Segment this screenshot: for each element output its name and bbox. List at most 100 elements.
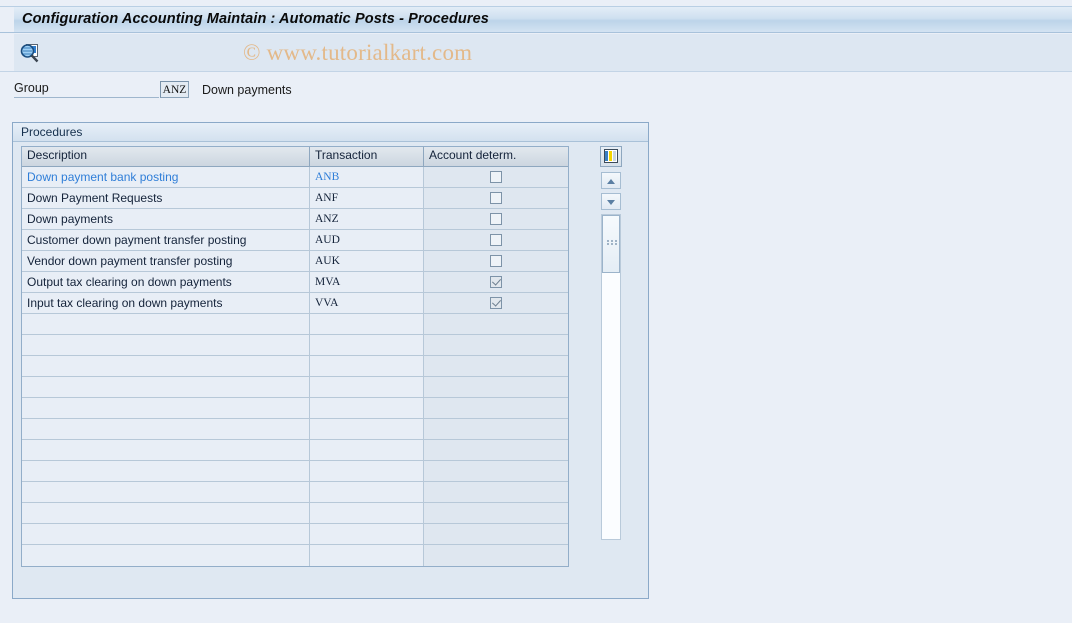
table-row[interactable]	[22, 314, 568, 335]
cell-transaction: ANZ	[310, 209, 424, 229]
cell-transaction	[310, 545, 424, 566]
cell-account-determ	[424, 356, 568, 376]
table-row[interactable]	[22, 419, 568, 440]
cell-account-determ	[424, 251, 568, 271]
cell-account-determ	[424, 440, 568, 460]
table-row[interactable]	[22, 377, 568, 398]
grid-body: Down payment bank posting ANB Down Payment…	[22, 167, 568, 566]
cell-description	[22, 545, 310, 566]
vertical-scrollbar-thumb[interactable]	[602, 215, 620, 273]
cell-transaction: VVA	[310, 293, 424, 313]
cell-account-determ	[424, 188, 568, 208]
cell-account-determ	[424, 419, 568, 439]
table-row[interactable]	[22, 440, 568, 461]
vertical-scrollbar-track[interactable]	[601, 214, 621, 540]
column-header-description[interactable]: Description	[22, 147, 310, 166]
grid-header-row: Description Transaction Account determ.	[22, 147, 568, 167]
cell-description	[22, 461, 310, 481]
cell-description	[22, 335, 310, 355]
table-row[interactable]: Output tax clearing on down payments MVA	[22, 272, 568, 293]
group-description: Down payments	[202, 83, 292, 97]
account-determ-checkbox[interactable]	[490, 234, 502, 246]
column-header-account-determ[interactable]: Account determ.	[424, 147, 568, 166]
table-row[interactable]: Vendor down payment transfer posting AUK	[22, 251, 568, 272]
cell-transaction	[310, 524, 424, 544]
title-bar-left-gutter	[0, 7, 14, 32]
account-determ-checkbox[interactable]	[490, 297, 502, 309]
table-settings-glyph	[604, 149, 618, 163]
table-row[interactable]	[22, 398, 568, 419]
magnifier-display-icon[interactable]	[18, 41, 42, 65]
table-row[interactable]: Down Payment Requests ANF	[22, 188, 568, 209]
cell-transaction	[310, 461, 424, 481]
cell-transaction: AUK	[310, 251, 424, 271]
cell-description	[22, 482, 310, 502]
cell-account-determ	[424, 545, 568, 566]
table-row[interactable]: Customer down payment transfer posting AU…	[22, 230, 568, 251]
scroll-down-button[interactable]	[601, 193, 621, 210]
procedures-panel: Procedures Description Transaction Accou…	[12, 122, 649, 599]
cell-description	[22, 377, 310, 397]
cell-description	[22, 314, 310, 334]
cell-transaction: MVA	[310, 272, 424, 292]
account-determ-checkbox[interactable]	[490, 255, 502, 267]
grid-scroll-column	[600, 146, 626, 540]
table-row[interactable]	[22, 461, 568, 482]
table-row[interactable]	[22, 482, 568, 503]
account-determ-checkbox[interactable]	[490, 276, 502, 288]
cell-account-determ	[424, 398, 568, 418]
cell-account-determ	[424, 272, 568, 292]
cell-transaction: ANF	[310, 188, 424, 208]
cell-account-determ	[424, 167, 568, 187]
group-label: Group	[14, 81, 159, 98]
cell-description	[22, 356, 310, 376]
cell-transaction	[310, 314, 424, 334]
cell-description	[22, 419, 310, 439]
cell-account-determ	[424, 230, 568, 250]
table-row[interactable]	[22, 524, 568, 545]
cell-account-determ	[424, 461, 568, 481]
application-toolbar	[0, 34, 1072, 72]
cell-account-determ	[424, 335, 568, 355]
cell-account-determ	[424, 503, 568, 523]
account-determ-checkbox[interactable]	[490, 192, 502, 204]
cell-description: Input tax clearing on down payments	[22, 293, 310, 313]
procedures-panel-header: Procedures	[13, 123, 648, 142]
group-input[interactable]: ANZ	[160, 81, 189, 98]
cell-description: Output tax clearing on down payments	[22, 272, 310, 292]
table-row[interactable]	[22, 545, 568, 566]
procedures-panel-title: Procedures	[21, 125, 83, 139]
cell-description	[22, 398, 310, 418]
cell-transaction	[310, 482, 424, 502]
cell-transaction	[310, 440, 424, 460]
cell-description: Down payments	[22, 209, 310, 229]
cell-description: Vendor down payment transfer posting	[22, 251, 310, 271]
cell-transaction	[310, 377, 424, 397]
site-watermark: © www.tutorialkart.com	[243, 40, 473, 65]
procedures-grid: Description Transaction Account determ. …	[21, 146, 569, 567]
account-determ-checkbox[interactable]	[490, 171, 502, 183]
cell-description: Down payment bank posting	[22, 167, 310, 187]
account-determ-checkbox[interactable]	[490, 213, 502, 225]
table-row[interactable]	[22, 335, 568, 356]
cell-account-determ	[424, 377, 568, 397]
cell-transaction: AUD	[310, 230, 424, 250]
column-header-transaction[interactable]: Transaction	[310, 147, 424, 166]
cell-description: Customer down payment transfer posting	[22, 230, 310, 250]
cell-account-determ	[424, 209, 568, 229]
cell-account-determ	[424, 482, 568, 502]
table-row[interactable]: Down payment bank posting ANB	[22, 167, 568, 188]
table-row[interactable]	[22, 356, 568, 377]
cell-description: Down Payment Requests	[22, 188, 310, 208]
scroll-up-button[interactable]	[601, 172, 621, 189]
table-row[interactable]: Down payments ANZ	[22, 209, 568, 230]
page-title: Configuration Accounting Maintain : Auto…	[22, 11, 489, 27]
cell-description	[22, 503, 310, 523]
table-settings-icon[interactable]	[600, 146, 622, 167]
cell-transaction	[310, 356, 424, 376]
table-row[interactable]: Input tax clearing on down payments VVA	[22, 293, 568, 314]
cell-account-determ	[424, 293, 568, 313]
sap-gui-window: Configuration Accounting Maintain : Auto…	[0, 0, 1072, 623]
table-row[interactable]	[22, 503, 568, 524]
cell-account-determ	[424, 524, 568, 544]
